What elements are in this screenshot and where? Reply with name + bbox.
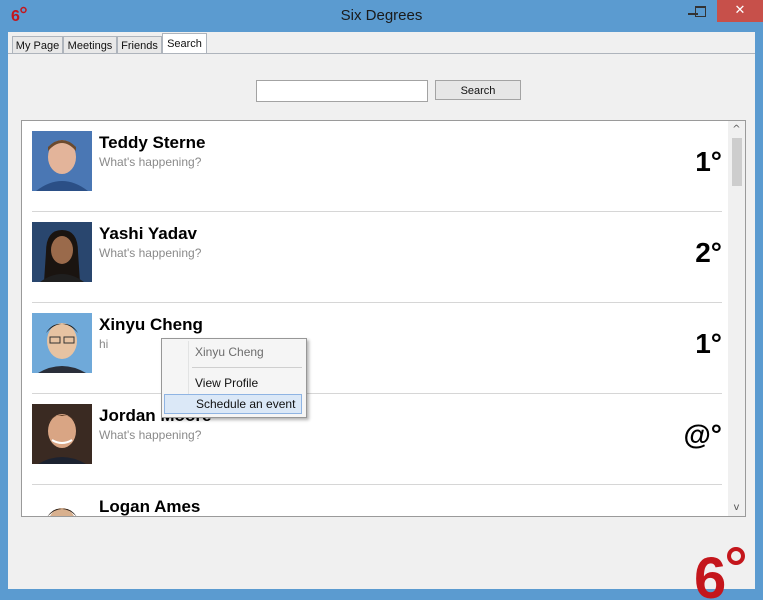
- degree-label: 1°: [695, 328, 722, 359]
- maximize-icon: [695, 6, 706, 17]
- scroll-down-arrow-icon[interactable]: v: [728, 499, 745, 516]
- schedule-event-menu-item[interactable]: Schedule an event: [164, 394, 302, 414]
- result-name: Yashi Yadav: [99, 224, 197, 243]
- scrollbar-thumb[interactable]: [732, 138, 742, 186]
- search-page: Search Teddy Sterne What's happening? 1°: [8, 54, 753, 600]
- six-degrees-logo-icon: 6: [694, 546, 745, 600]
- avatar: [32, 131, 92, 191]
- menu-header: Xinyu Cheng: [195, 345, 264, 359]
- tab-search[interactable]: Search: [162, 33, 207, 54]
- search-button[interactable]: Search: [435, 80, 521, 100]
- avatar: [32, 222, 92, 282]
- result-status: What's happening?: [99, 155, 202, 169]
- degree-label: @°: [683, 419, 723, 450]
- avatar: [32, 313, 92, 373]
- avatar: [32, 495, 92, 516]
- window-title: Six Degrees: [340, 7, 423, 24]
- maximize-button[interactable]: [685, 0, 715, 22]
- result-name: Teddy Sterne: [99, 133, 206, 152]
- result-status: What's happening?: [99, 428, 202, 442]
- result-status: What's happening?: [99, 246, 202, 260]
- svg-text:6: 6: [694, 546, 726, 600]
- scroll-up-arrow-icon[interactable]: ^: [728, 121, 745, 138]
- results-list[interactable]: Teddy Sterne What's happening? 1° Yashi …: [21, 120, 746, 517]
- tab-friends[interactable]: Friends: [117, 36, 162, 54]
- search-input[interactable]: [256, 80, 428, 102]
- result-name: Logan Ames: [99, 497, 201, 516]
- degree-label: 1°: [695, 146, 722, 177]
- vertical-scrollbar[interactable]: ^ v: [728, 121, 745, 516]
- list-item[interactable]: Jordan Moore What's happening? @°: [32, 394, 722, 485]
- menu-separator: [192, 367, 302, 368]
- avatar: [32, 404, 92, 464]
- app-window: 6 Six Degrees ✕ My Page Meetings Friends…: [0, 0, 763, 600]
- client-area: My Page Meetings Friends Search Search T…: [8, 32, 755, 600]
- result-status: hi: [99, 337, 109, 351]
- tab-meetings[interactable]: Meetings: [63, 36, 117, 54]
- list-item[interactable]: Teddy Sterne What's happening? 1°: [32, 121, 722, 212]
- result-name: Xinyu Cheng: [99, 315, 203, 334]
- context-menu: Xinyu Cheng View Profile Schedule an eve…: [161, 338, 307, 418]
- list-item[interactable]: Logan Ames: [32, 485, 722, 516]
- degree-label: 2°: [695, 237, 722, 268]
- list-item[interactable]: Xinyu Cheng hi 1°: [32, 303, 722, 394]
- view-profile-menu-item[interactable]: View Profile: [164, 373, 302, 393]
- list-item[interactable]: Yashi Yadav What's happening? 2°: [32, 212, 722, 303]
- tab-my-page[interactable]: My Page: [12, 36, 63, 54]
- title-bar[interactable]: 6 Six Degrees ✕: [0, 0, 763, 32]
- close-button[interactable]: ✕: [717, 0, 763, 22]
- close-icon: ✕: [734, 3, 746, 18]
